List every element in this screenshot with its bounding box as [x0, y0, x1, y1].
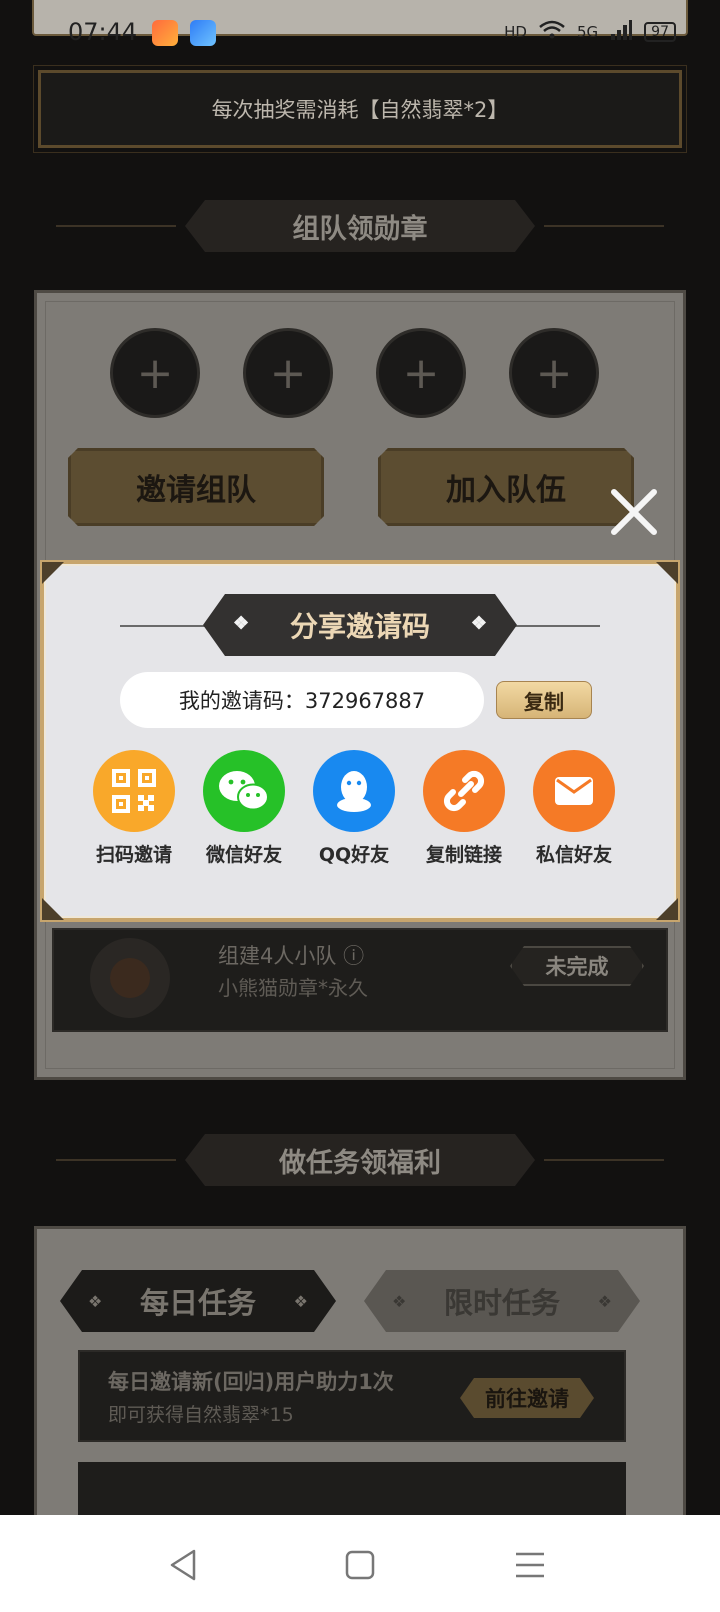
wechat-icon	[203, 750, 285, 832]
tab-daily-tasks[interactable]: ❖ 每日任务 ❖	[60, 1270, 336, 1332]
share-option-label: 微信好友	[205, 844, 282, 866]
task-subtitle: 即可获得自然翡翠*15	[108, 1404, 294, 1426]
back-icon[interactable]	[164, 1545, 204, 1585]
share-option-copy-link[interactable]: 复制链接	[414, 750, 514, 867]
share-option-wechat[interactable]: 微信好友	[194, 750, 294, 867]
team-reward-row: 组建4人小队 ⓘ 小熊猫勋章*永久 未完成	[52, 928, 668, 1032]
share-invite-dialog: ❖ 分享邀请码 ❖ 我的邀请码：372967887 复制 扫码邀请 微信好友 Q…	[40, 560, 680, 922]
team-slot-2-add-button[interactable]: +	[243, 328, 333, 418]
wifi-icon	[539, 20, 565, 44]
signal-icon	[610, 20, 633, 44]
task-row-partial	[78, 1462, 626, 1522]
daily-task-row: 每日邀请新(回归)用户助力1次 即可获得自然翡翠*15 前往邀请	[78, 1350, 626, 1442]
close-icon[interactable]	[606, 484, 662, 540]
browser-app-icon	[190, 20, 216, 46]
invite-team-button[interactable]: 邀请组队	[68, 448, 324, 526]
share-option-label: 扫码邀请	[95, 844, 172, 866]
hd-indicator: HD	[504, 23, 527, 41]
link-icon	[423, 750, 505, 832]
qr-code-icon	[93, 750, 175, 832]
dialog-title: 分享邀请码	[289, 610, 430, 643]
go-invite-button[interactable]: 前往邀请	[460, 1378, 594, 1418]
task-section-title: 做任务领福利	[185, 1134, 535, 1186]
cost-banner: 每次抽奖需消耗【自然翡翠*2】	[33, 65, 687, 153]
share-option-label: QQ好友	[318, 844, 390, 866]
diamond-ornament-icon: ❖	[233, 613, 250, 634]
team-section-title: 组队领勋章	[185, 200, 535, 252]
share-option-message[interactable]: 私信好友	[524, 750, 624, 867]
share-option-qq[interactable]: QQ好友	[304, 750, 404, 867]
share-option-qr[interactable]: 扫码邀请	[84, 750, 184, 867]
team-slot-3-add-button[interactable]: +	[376, 328, 466, 418]
dialog-header: ❖ 分享邀请码 ❖	[44, 592, 676, 658]
share-option-label: 复制链接	[425, 844, 502, 866]
task-title: 每日邀请新(回归)用户助力1次	[108, 1370, 394, 1394]
gallery-app-icon	[152, 20, 178, 46]
team-slot-4-add-button[interactable]: +	[509, 328, 599, 418]
navigation-bar	[0, 1515, 720, 1612]
team-slot-1-add-button[interactable]: +	[110, 328, 200, 418]
battery-indicator: 97	[644, 22, 676, 42]
mail-icon	[533, 750, 615, 832]
reward-subtitle: 小熊猫勋章*永久	[218, 976, 368, 1000]
tab-limited-tasks[interactable]: ❖ 限时任务 ❖	[364, 1270, 640, 1332]
join-team-button[interactable]: 加入队伍	[378, 448, 634, 526]
reward-status-badge: 未完成	[510, 946, 644, 986]
reward-title: 组建4人小队 ⓘ	[218, 944, 365, 968]
qq-icon	[313, 750, 395, 832]
menu-icon[interactable]	[510, 1545, 550, 1585]
help-icon[interactable]: ⓘ	[343, 944, 364, 968]
network-indicator: 5G	[577, 23, 599, 41]
red-panda-badge-icon	[90, 938, 170, 1018]
invite-code-field[interactable]: 我的邀请码：372967887	[120, 672, 484, 728]
status-bar: 07:44 HD 5G 97	[0, 0, 720, 62]
task-section-header: 做任务领福利	[0, 1134, 720, 1186]
copy-code-button[interactable]: 复制	[496, 681, 592, 719]
diamond-ornament-icon: ❖	[470, 613, 487, 634]
home-icon[interactable]	[340, 1545, 380, 1585]
share-option-label: 私信好友	[535, 844, 612, 866]
status-time: 07:44	[68, 18, 138, 46]
team-section-header: 组队领勋章	[0, 200, 720, 252]
